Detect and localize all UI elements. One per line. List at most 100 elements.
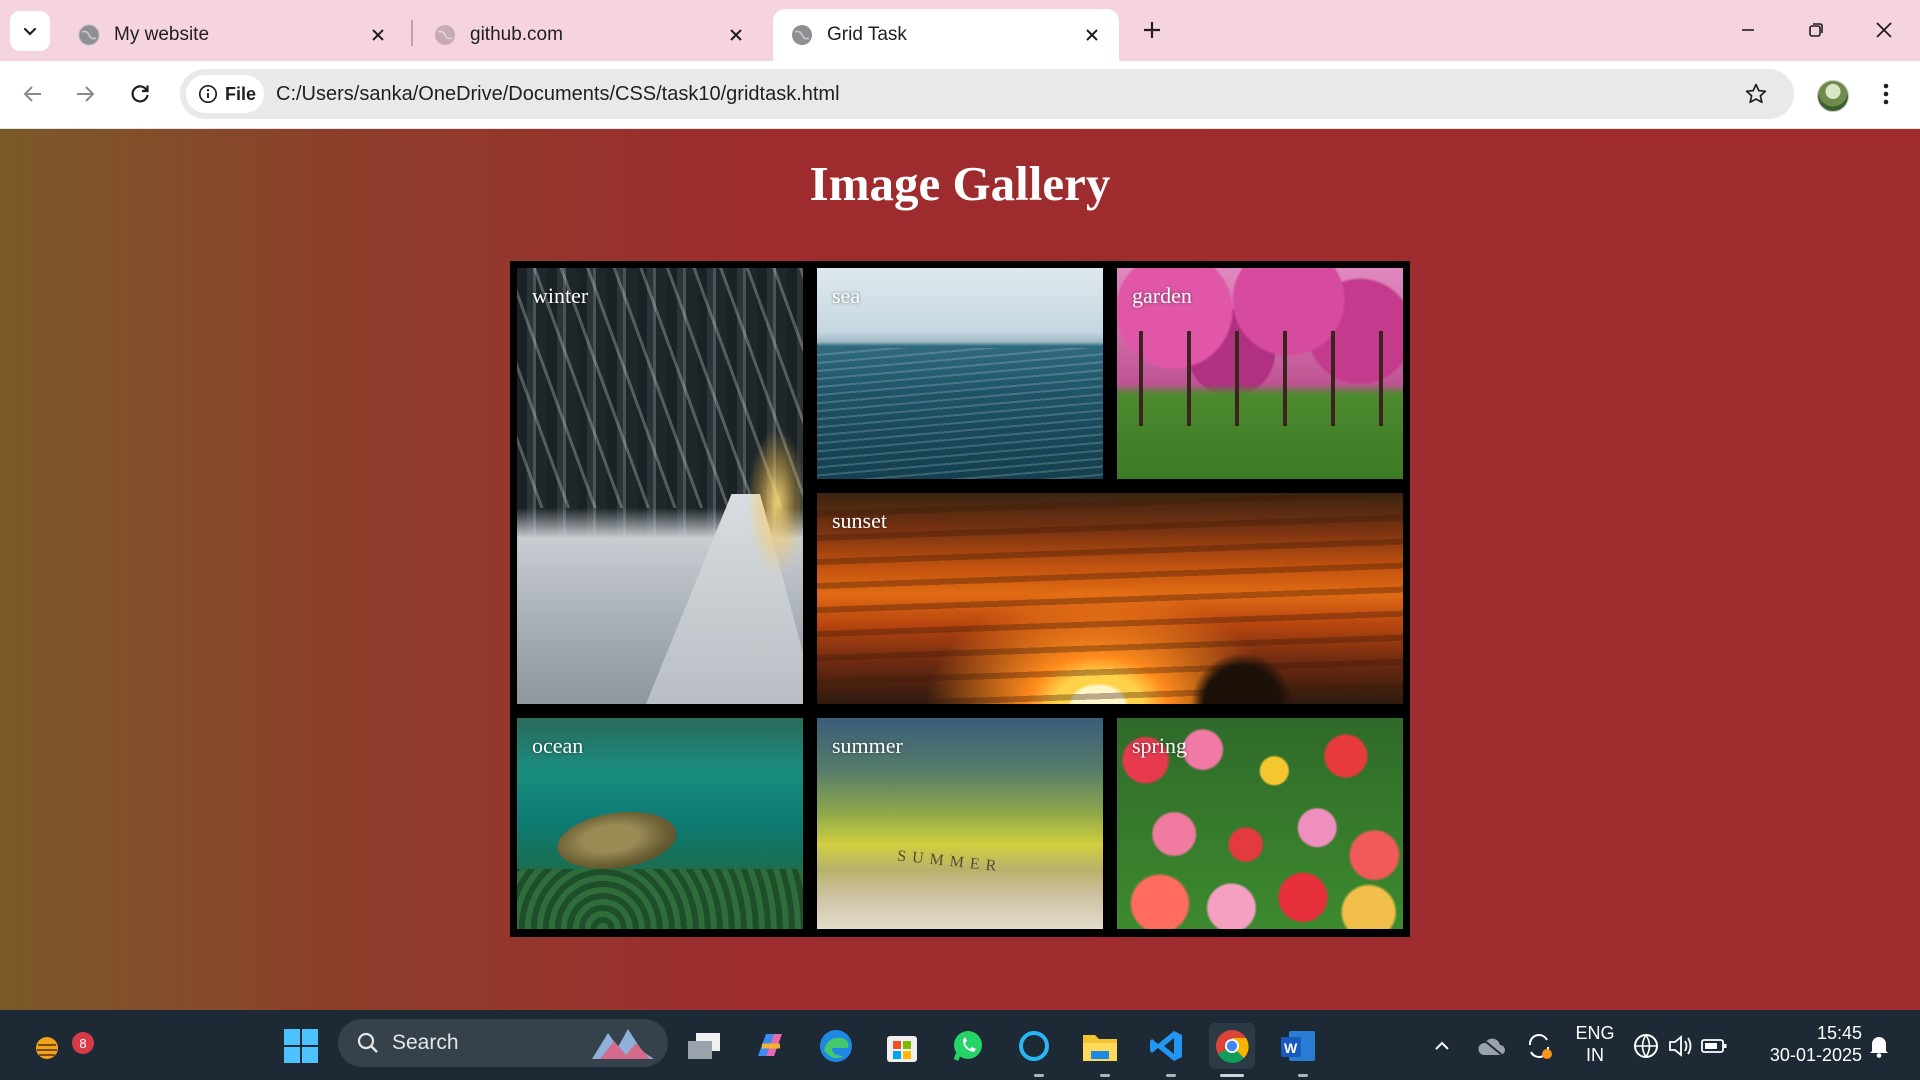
info-icon bbox=[198, 84, 218, 104]
task-view-button[interactable] bbox=[681, 1023, 727, 1069]
close-icon bbox=[1876, 22, 1892, 38]
forward-button[interactable] bbox=[64, 73, 106, 115]
region-code: IN bbox=[1586, 1045, 1604, 1065]
image-gallery-grid: winter sea garden sunset ocean SUMMER su… bbox=[510, 261, 1410, 937]
circle-ring-icon bbox=[1019, 1031, 1049, 1061]
arrow-left-icon bbox=[23, 86, 41, 102]
tab-grid-task[interactable]: Grid Task bbox=[773, 9, 1119, 61]
tree-trunks bbox=[1117, 331, 1403, 427]
running-indicator bbox=[1034, 1074, 1044, 1077]
tab-title: github.com bbox=[470, 24, 563, 45]
system-status-button[interactable] bbox=[1630, 1023, 1730, 1069]
network-icon bbox=[1634, 1034, 1658, 1058]
notification-badge: 8 bbox=[72, 1032, 94, 1054]
sync-icon bbox=[1528, 1034, 1552, 1059]
clock-date: 30-01-2025 bbox=[1769, 1045, 1862, 1065]
edge-icon bbox=[820, 1030, 852, 1062]
image-caption: sunset bbox=[832, 508, 887, 533]
show-hidden-icons-button[interactable] bbox=[1419, 1023, 1465, 1069]
word-button[interactable]: W bbox=[1275, 1023, 1321, 1069]
restore-button[interactable] bbox=[1786, 6, 1846, 54]
search-icon bbox=[357, 1032, 378, 1053]
tab-search-button[interactable] bbox=[10, 11, 50, 51]
minimize-button[interactable] bbox=[1718, 6, 1778, 54]
arrow-right-icon bbox=[77, 86, 95, 102]
sunset-clouds bbox=[817, 493, 1403, 704]
gallery-image-sunset: sunset bbox=[817, 493, 1403, 704]
plus-icon bbox=[1144, 22, 1160, 38]
tab-my-website[interactable]: My website bbox=[60, 9, 405, 61]
minimize-icon bbox=[1742, 29, 1754, 31]
bookmark-button[interactable] bbox=[1738, 76, 1774, 112]
active-indicator bbox=[1220, 1074, 1244, 1077]
summer-letter-tiles: SUMMER bbox=[896, 847, 1004, 876]
close-tab-icon[interactable] bbox=[361, 18, 395, 52]
browser-toolbar: File C:/Users/sanka/OneDrive/Documents/C… bbox=[0, 61, 1920, 129]
svg-text:W: W bbox=[1284, 1040, 1298, 1056]
microsoft-store-icon bbox=[887, 1036, 917, 1062]
back-button[interactable] bbox=[12, 73, 54, 115]
profile-avatar[interactable] bbox=[1817, 80, 1849, 112]
copilot-icon bbox=[758, 1034, 782, 1056]
gallery-image-winter: winter bbox=[517, 268, 803, 704]
chrome-button[interactable] bbox=[1209, 1023, 1255, 1069]
star-icon bbox=[1745, 83, 1767, 104]
language-indicator[interactable]: ENG IN bbox=[1570, 1022, 1620, 1066]
vscode-button[interactable] bbox=[1143, 1023, 1189, 1069]
close-tab-icon[interactable] bbox=[1075, 18, 1109, 52]
reef bbox=[517, 869, 803, 929]
onedrive-button[interactable] bbox=[1468, 1023, 1514, 1069]
close-tab-icon[interactable] bbox=[719, 18, 753, 52]
globe-icon bbox=[78, 24, 100, 46]
running-indicator bbox=[1166, 1074, 1176, 1077]
sync-button[interactable] bbox=[1516, 1023, 1562, 1069]
browser-menu-button[interactable] bbox=[1868, 74, 1904, 114]
cloud-icon bbox=[1478, 1036, 1505, 1056]
tab-strip: My website github.com Grid Task bbox=[0, 0, 1920, 61]
widgets-button[interactable]: 8 bbox=[24, 1023, 94, 1069]
start-button[interactable] bbox=[278, 1023, 324, 1069]
taskbar: 8 Search W ENG IN 15:45 30-01-2025 bbox=[0, 1010, 1920, 1080]
language-code: ENG bbox=[1575, 1023, 1615, 1043]
image-caption: winter bbox=[532, 283, 589, 308]
reload-button[interactable] bbox=[119, 73, 161, 115]
store-button[interactable] bbox=[879, 1023, 925, 1069]
chevron-up-icon bbox=[1435, 1041, 1449, 1050]
folder-icon bbox=[1083, 1035, 1117, 1061]
taskbar-search[interactable]: Search bbox=[338, 1019, 668, 1067]
gallery-image-garden: garden bbox=[1117, 268, 1403, 479]
address-bar[interactable]: File C:/Users/sanka/OneDrive/Documents/C… bbox=[180, 69, 1794, 119]
gallery-image-summer: SUMMER summer bbox=[817, 718, 1103, 929]
gallery-image-sea: sea bbox=[817, 268, 1103, 479]
tab-separator bbox=[411, 20, 413, 46]
image-caption: ocean bbox=[532, 733, 584, 758]
clock-time: 15:45 bbox=[1816, 1023, 1862, 1043]
edge-button[interactable] bbox=[813, 1023, 859, 1069]
cortana-button[interactable] bbox=[1011, 1023, 1057, 1069]
whatsapp-button[interactable] bbox=[945, 1023, 991, 1069]
gallery-image-ocean: ocean bbox=[517, 718, 803, 929]
volume-icon bbox=[1669, 1035, 1692, 1057]
running-indicator bbox=[1100, 1074, 1110, 1077]
sea-turtle bbox=[553, 804, 681, 877]
notifications-button[interactable] bbox=[1856, 1023, 1902, 1069]
tab-github[interactable]: github.com bbox=[416, 9, 763, 61]
clock[interactable]: 15:45 30-01-2025 bbox=[1752, 1022, 1862, 1066]
running-indicator bbox=[1298, 1074, 1308, 1077]
site-info-label: File bbox=[225, 83, 257, 104]
word-icon: W bbox=[1281, 1031, 1315, 1061]
copilot-button[interactable] bbox=[747, 1023, 793, 1069]
page-title: Image Gallery bbox=[809, 156, 1111, 211]
new-tab-button[interactable] bbox=[1133, 11, 1171, 49]
sea-waves bbox=[817, 348, 1103, 479]
reload-icon bbox=[131, 85, 149, 103]
image-caption: summer bbox=[832, 733, 903, 758]
more-vertical-icon bbox=[1883, 83, 1889, 105]
weather-widget-icon bbox=[36, 1037, 58, 1059]
image-caption: sea bbox=[832, 283, 861, 308]
file-explorer-button[interactable] bbox=[1077, 1023, 1123, 1069]
url-text[interactable]: C:/Users/sanka/OneDrive/Documents/CSS/ta… bbox=[276, 69, 840, 119]
search-label: Search bbox=[392, 1031, 459, 1054]
image-caption: garden bbox=[1132, 283, 1192, 308]
close-window-button[interactable] bbox=[1854, 6, 1914, 54]
